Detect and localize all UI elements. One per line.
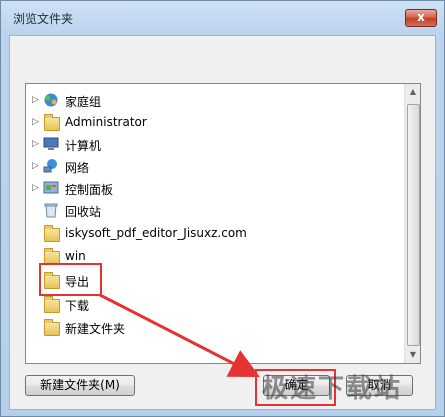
watermark-text: 极速下载站 xyxy=(262,374,403,404)
annotation-arrow xyxy=(99,293,261,378)
